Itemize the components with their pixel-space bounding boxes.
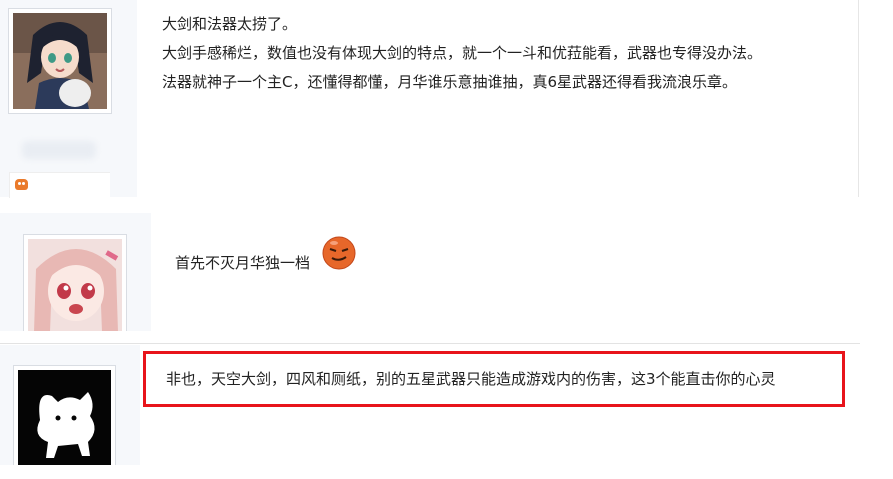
post-text-line: 首先不灭月华独一档 — [175, 254, 311, 272]
game-controller-icon — [15, 179, 28, 190]
post-text-line: 大剑手感稀烂，数值也没有体现大剑的特点，就一个一斗和优菈能看，武器也专得没办法。 — [162, 44, 763, 62]
smug-face-emoji-icon — [322, 236, 356, 270]
divider — [0, 343, 860, 344]
highlight-annotation-box — [143, 351, 845, 407]
user-sidebar — [0, 213, 151, 331]
user-badge — [9, 172, 110, 198]
user-sidebar — [0, 0, 137, 198]
user-avatar[interactable] — [8, 8, 112, 114]
reply-post-3: 非也，天空大剑，四风和厕纸，别的五星武器只能造成游戏内的伤害，这3个能直击你的心… — [0, 345, 893, 479]
avatar-image — [18, 370, 111, 465]
reply-post-1: 大剑和法器太捞了。 大剑手感稀烂，数值也没有体现大剑的特点，就一个一斗和优菈能看… — [0, 0, 860, 198]
divider — [858, 0, 859, 197]
reply-post-2: 首先不灭月华独一档 — [0, 213, 860, 344]
post-text-line: 大剑和法器太捞了。 — [162, 15, 298, 33]
avatar-image — [28, 239, 122, 331]
post-text-line: 法器就神子一个主C，还懂得都懂，月华谁乐意抽谁抽，真6星武器还得看我流浪乐章。 — [162, 73, 738, 91]
blurred-username[interactable] — [22, 141, 96, 159]
user-avatar[interactable] — [23, 234, 127, 331]
user-avatar[interactable] — [13, 365, 116, 465]
avatar-image — [13, 13, 107, 109]
user-sidebar — [0, 345, 140, 465]
